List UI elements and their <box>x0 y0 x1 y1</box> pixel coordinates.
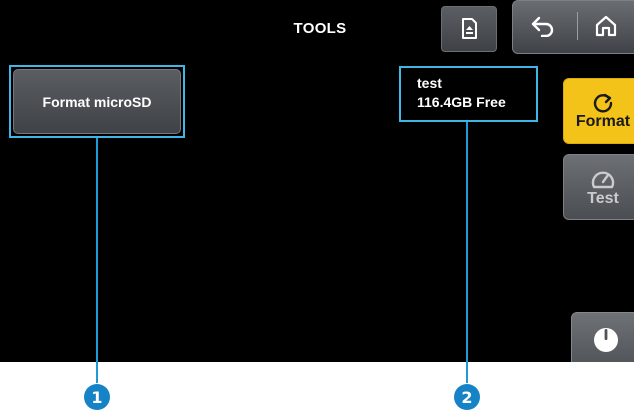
refresh-icon <box>593 93 613 112</box>
card-info: test 116.4GB Free <box>399 66 538 122</box>
callout-1: 1 <box>84 384 110 410</box>
callout-1-leader <box>96 138 98 383</box>
eject-button[interactable] <box>441 6 497 52</box>
test-side-button[interactable]: Test <box>563 154 634 220</box>
format-side-label: Format <box>575 112 631 130</box>
format-microsd-highlight: Format microSD <box>9 65 185 138</box>
test-side-label: Test <box>587 189 619 207</box>
callout-2-leader <box>466 122 468 383</box>
format-side-button[interactable]: Format <box>563 78 634 144</box>
nav-separator <box>577 12 578 40</box>
power-button[interactable] <box>571 312 634 362</box>
eject-icon <box>462 18 477 39</box>
callout-2: 2 <box>454 384 480 410</box>
power-icon <box>594 328 618 352</box>
gauge-icon <box>591 170 615 188</box>
back-button[interactable] <box>517 6 569 46</box>
page-title: TOOLS <box>293 20 347 37</box>
card-name: test <box>417 75 442 91</box>
format-microsd-button[interactable]: Format microSD <box>13 69 181 134</box>
back-arrow-icon <box>531 16 554 37</box>
home-button[interactable] <box>580 6 632 46</box>
home-icon <box>595 15 617 37</box>
card-free-space: 116.4GB Free <box>417 94 506 110</box>
